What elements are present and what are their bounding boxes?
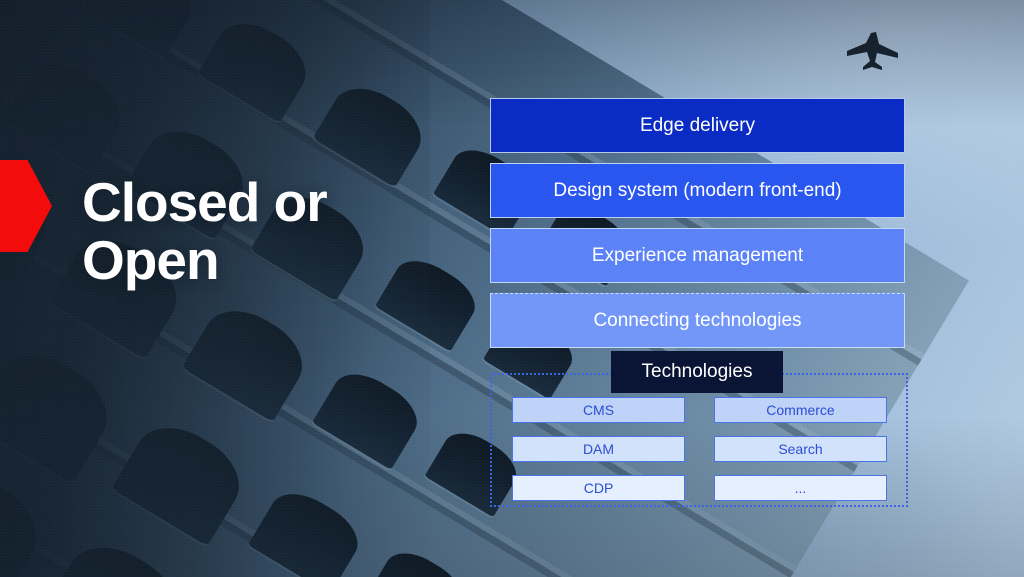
layer-bar-label: Design system (modern front-end)	[553, 179, 842, 201]
page-title: Closed or Open	[82, 171, 328, 292]
technology-chip-label: Commerce	[766, 402, 835, 418]
airplane-icon	[841, 27, 907, 71]
layer-bar-experience-management[interactable]: Experience management	[490, 228, 905, 283]
layer-bar-design-system[interactable]: Design system (modern front-end)	[490, 163, 905, 218]
technology-chip-label: DAM	[582, 441, 615, 457]
technology-chip-cms[interactable]: CMS	[512, 397, 685, 423]
technology-chip-label: CDP	[583, 480, 614, 496]
technology-chip-dam[interactable]: DAM	[512, 436, 685, 462]
technology-chip-cdp[interactable]: CDP	[512, 475, 685, 501]
technology-chip-commerce[interactable]: Commerce	[714, 397, 887, 423]
layer-bar-edge-delivery[interactable]: Edge delivery	[490, 98, 905, 153]
technology-chip-more[interactable]: ...	[714, 475, 887, 501]
technology-chip-label: Search	[778, 441, 823, 457]
layer-bar-label: Connecting technologies	[593, 309, 802, 331]
layer-bar-label: Experience management	[591, 244, 804, 266]
layer-bar-label: Edge delivery	[639, 114, 756, 136]
technology-chip-search[interactable]: Search	[714, 436, 887, 462]
layer-bar-connecting-technologies[interactable]: Connecting technologies	[490, 293, 905, 348]
technology-chip-label: ...	[794, 480, 807, 496]
technologies-badge[interactable]: Technologies	[611, 351, 783, 393]
technologies-grid: CMS DAM CDP Commerce Search ...	[512, 397, 887, 501]
layer-stack: Edge delivery Design system (modern fron…	[490, 98, 905, 358]
technology-chip-label: CMS	[582, 402, 615, 418]
slide-canvas: Closed or Open Edge delivery Design syst…	[0, 0, 1024, 577]
technologies-column-left: CMS DAM CDP	[512, 397, 685, 501]
technologies-column-right: Commerce Search ...	[714, 397, 887, 501]
technologies-badge-label: Technologies	[641, 361, 753, 382]
